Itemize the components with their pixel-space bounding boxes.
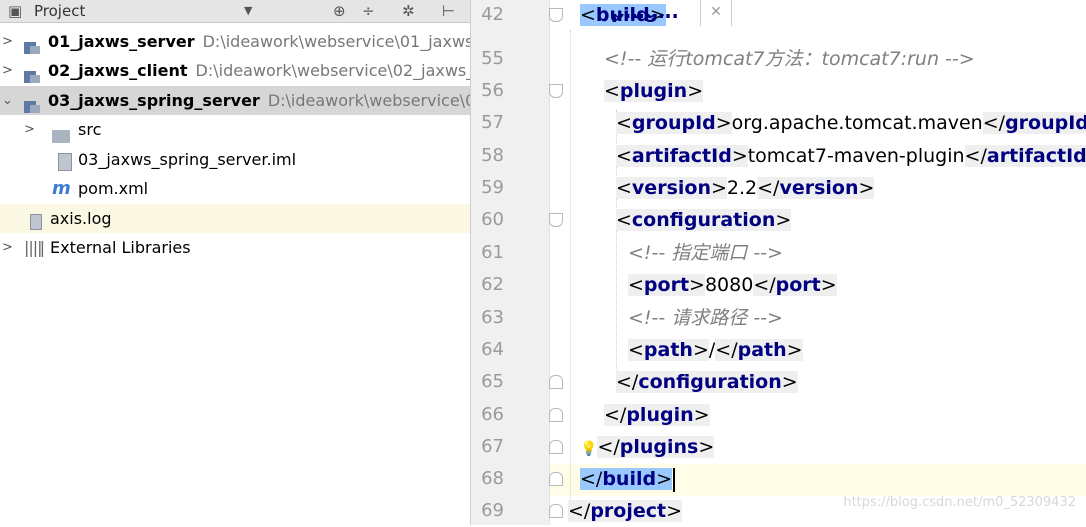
line-number: 60 bbox=[481, 209, 504, 230]
tree-item-label: 02_jaxws_client bbox=[48, 61, 188, 80]
project-panel-title[interactable]: Project bbox=[34, 0, 85, 22]
fold-marker-icon[interactable] bbox=[549, 213, 563, 227]
code-line-55[interactable]: <!-- 运行tomcat7方法：tomcat7:run --> bbox=[604, 43, 975, 75]
code-line-62[interactable]: <port>8080</port> bbox=[628, 269, 837, 301]
tree-item-label: 03_jaxws_spring_server.iml bbox=[78, 150, 297, 169]
locate-icon[interactable]: ⊕ bbox=[333, 0, 346, 22]
module-icon bbox=[24, 56, 40, 85]
code-line-68[interactable]: </build> bbox=[580, 463, 676, 495]
tree-item-label: 01_jaxws_server bbox=[48, 32, 195, 51]
tree-item-path: D:\ideawork\webservice\01_jaxws_ bbox=[202, 32, 470, 51]
tree-item-axis-log[interactable]: axis.log bbox=[0, 204, 470, 233]
module-icon bbox=[24, 27, 40, 56]
tree-item-label: axis.log bbox=[50, 209, 112, 228]
line-number: 64 bbox=[481, 339, 504, 360]
fold-marker-icon[interactable] bbox=[549, 8, 563, 22]
project-panel-header: ▣ Project ▼ ⊕ ÷ ✲ ⊢ bbox=[0, 0, 470, 23]
groupid-value: org.apache.tomcat.maven bbox=[731, 112, 983, 134]
tree-item-src[interactable]: > src bbox=[0, 115, 470, 144]
code-line-56[interactable]: <plugin> bbox=[604, 75, 704, 107]
fold-marker-icon[interactable] bbox=[549, 375, 563, 389]
hide-panel-icon[interactable]: ⊢ bbox=[442, 0, 455, 22]
line-number: 67 bbox=[481, 436, 504, 457]
collapse-all-icon[interactable]: ÷ bbox=[362, 0, 375, 22]
code-line-60[interactable]: <configuration> bbox=[616, 204, 792, 236]
line-number: 59 bbox=[481, 177, 504, 198]
version-value: 2.2 bbox=[726, 177, 758, 199]
code-line-63[interactable]: <!-- 请求路径 --> bbox=[628, 302, 783, 334]
tree-item-03-jaxws-spring-server[interactable]: ⌄ 03_jaxws_spring_server D:\ideawork\webs… bbox=[0, 86, 470, 115]
code-line-67[interactable]: 💡</plugins> bbox=[580, 431, 715, 463]
tree-item-path: D:\ideawork\webservice\03 bbox=[267, 91, 470, 110]
code-line-61[interactable]: <!-- 指定端口 --> bbox=[628, 237, 783, 269]
gear-icon[interactable]: ✲ bbox=[402, 0, 415, 22]
code-line-64[interactable]: <path>/</path> bbox=[628, 334, 803, 366]
line-number: 55 bbox=[481, 48, 504, 69]
code-line-66[interactable]: </plugin> bbox=[604, 399, 710, 431]
tree-item-label: External Libraries bbox=[50, 238, 191, 257]
fold-marker-icon[interactable] bbox=[549, 440, 563, 454]
tree-item-label: 03_jaxws_spring_server bbox=[48, 91, 260, 110]
close-tab-icon[interactable]: ✕ bbox=[700, 0, 732, 26]
project-view-icon[interactable]: ▣ bbox=[8, 0, 22, 22]
tree-item-pom-xml[interactable]: m pom.xml bbox=[0, 174, 470, 203]
code-line-58[interactable]: <artifactId>tomcat7-maven-plugin</artifa… bbox=[616, 140, 1086, 172]
line-number: 68 bbox=[481, 468, 504, 489]
artifactid-value: tomcat7-maven-plugin bbox=[747, 145, 965, 167]
line-number: 57 bbox=[481, 112, 504, 133]
line-number: 65 bbox=[481, 371, 504, 392]
tree-item-iml-file[interactable]: 03_jaxws_spring_server.iml bbox=[0, 145, 470, 174]
chevron-down-icon[interactable]: ⌄ bbox=[2, 86, 13, 115]
tree-item-external-libraries[interactable]: > |||‖ External Libraries bbox=[0, 233, 470, 262]
fold-marker-icon[interactable] bbox=[549, 504, 563, 518]
tree-item-label: pom.xml bbox=[78, 179, 149, 198]
tree-item-label: src bbox=[78, 120, 102, 139]
view-dropdown-icon[interactable]: ▼ bbox=[244, 0, 252, 22]
fold-marker-icon[interactable] bbox=[549, 472, 563, 486]
line-number: 56 bbox=[481, 80, 504, 101]
line-number: 63 bbox=[481, 307, 504, 328]
code-line-59[interactable]: <version>2.2</version> bbox=[616, 172, 875, 204]
line-number: 58 bbox=[481, 145, 504, 166]
folder-icon bbox=[52, 115, 70, 144]
indent-guide bbox=[570, 30, 571, 500]
code-line-69[interactable]: </project> bbox=[568, 495, 683, 527]
tree-item-01-jaxws-server[interactable]: > 01_jaxws_server D:\ideawork\webservice\… bbox=[0, 27, 470, 56]
fold-marker-icon[interactable] bbox=[549, 84, 563, 98]
tree-item-path: D:\ideawork\webservice\02_jaxws_ bbox=[195, 61, 470, 80]
code-line-partial: /plugin bbox=[604, 14, 678, 34]
text-caret bbox=[673, 467, 676, 492]
module-icon bbox=[24, 86, 40, 115]
log-file-icon bbox=[30, 204, 42, 233]
line-number: 66 bbox=[481, 404, 504, 425]
code-line-57[interactable]: <groupId>org.apache.tomcat.maven</groupI… bbox=[616, 107, 1086, 139]
library-icon: |||‖ bbox=[24, 238, 45, 257]
chevron-right-icon[interactable]: > bbox=[24, 115, 35, 144]
chevron-right-icon[interactable]: > bbox=[2, 56, 13, 85]
line-number: 69 bbox=[481, 500, 504, 521]
code-line-65[interactable]: </configuration> bbox=[616, 366, 798, 398]
port-value: 8080 bbox=[704, 274, 754, 296]
iml-file-icon bbox=[58, 145, 72, 174]
project-tool-window: ▣ Project ▼ ⊕ ÷ ✲ ⊢ > 01_jaxws_server D:\… bbox=[0, 0, 470, 525]
maven-icon: m bbox=[52, 178, 71, 199]
line-number: 62 bbox=[481, 274, 504, 295]
line-number: 61 bbox=[481, 242, 504, 263]
fold-marker-icon[interactable] bbox=[549, 408, 563, 422]
watermark: https://blog.csdn.net/m0_52309432 bbox=[843, 495, 1076, 510]
chevron-right-icon[interactable]: > bbox=[2, 233, 13, 262]
tree-item-02-jaxws-client[interactable]: > 02_jaxws_client D:\ideawork\webservice\… bbox=[0, 56, 470, 85]
line-number: 42 bbox=[481, 4, 504, 25]
chevron-right-icon[interactable]: > bbox=[2, 27, 13, 56]
lightbulb-icon[interactable]: 💡 bbox=[580, 441, 597, 457]
